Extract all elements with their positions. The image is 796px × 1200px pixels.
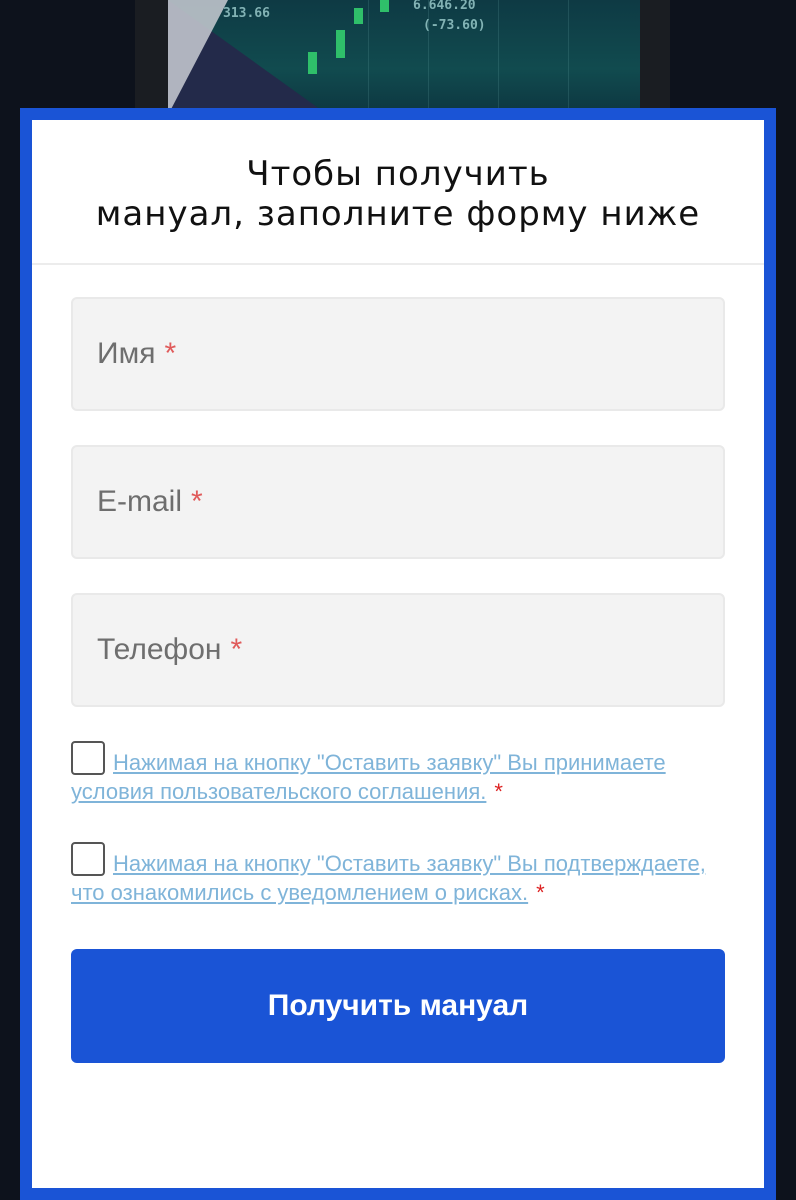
modal-header: Чтобы получить мануал, заполните форму н… <box>32 120 764 265</box>
background-chart-image: 313.66 6.646.20 (-73.60) <box>168 0 640 115</box>
chart-candle <box>380 0 389 12</box>
required-mark: * <box>230 633 243 666</box>
chart-candle <box>336 30 345 58</box>
get-manual-button[interactable]: Получить мануал <box>71 949 725 1063</box>
modal-title: Чтобы получить мануал, заполните форму н… <box>95 153 701 234</box>
required-mark: * <box>494 779 503 804</box>
risk-notice-consent: Нажимая на кнопку "Оставить заявку" Вы п… <box>71 842 725 907</box>
required-mark: * <box>191 485 203 518</box>
name-placeholder: Имя <box>97 337 156 370</box>
ticker-value: 6.646.20 <box>413 0 476 13</box>
required-mark: * <box>164 337 177 370</box>
decorative-wedge-light <box>168 0 228 115</box>
required-mark: * <box>536 880 545 905</box>
email-placeholder: E-mail <box>97 485 183 518</box>
ticker-value: (-73.60) <box>423 18 486 33</box>
user-agreement-checkbox[interactable] <box>71 741 105 775</box>
email-field[interactable]: E-mail * <box>71 445 725 559</box>
risk-notice-checkbox[interactable] <box>71 842 105 876</box>
user-agreement-link[interactable]: Нажимая на кнопку "Оставить заявку" Вы п… <box>71 750 666 804</box>
ticker-value: 313.66 <box>223 6 270 21</box>
risk-notice-link[interactable]: Нажимая на кнопку "Оставить заявку" Вы п… <box>71 851 706 905</box>
phone-placeholder: Телефон <box>97 633 222 666</box>
form: Имя * E-mail * Телефон * Нажимая на кноп… <box>32 265 764 1063</box>
chart-candle <box>354 8 363 24</box>
name-field[interactable]: Имя * <box>71 297 725 411</box>
phone-field[interactable]: Телефон * <box>71 593 725 707</box>
modal-body: Чтобы получить мануал, заполните форму н… <box>32 120 764 1188</box>
user-agreement-consent: Нажимая на кнопку "Оставить заявку" Вы п… <box>71 741 725 806</box>
lead-form-modal: Чтобы получить мануал, заполните форму н… <box>20 108 776 1200</box>
chart-candle <box>308 52 317 74</box>
